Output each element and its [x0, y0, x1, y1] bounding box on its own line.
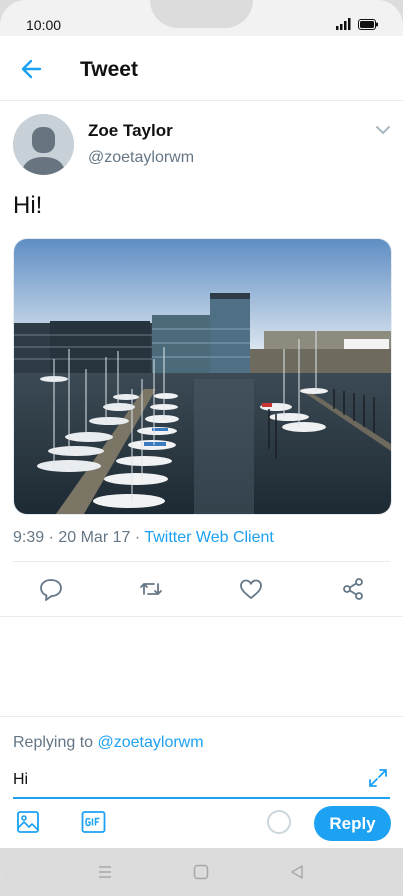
input-underline — [13, 797, 390, 799]
reply-button[interactable]: Reply — [314, 806, 391, 841]
author-name[interactable]: Zoe Taylor — [88, 121, 173, 141]
home-icon[interactable] — [192, 863, 210, 881]
marina-photo — [14, 239, 391, 514]
chevron-down-icon[interactable] — [374, 123, 392, 137]
tweet-timestamp: 9:39 · 20 Mar 17 · — [13, 529, 145, 546]
reply-icon[interactable] — [38, 576, 64, 602]
divider — [0, 616, 403, 617]
back-icon[interactable] — [288, 863, 306, 881]
author-handle[interactable]: @zoetaylorwm — [88, 149, 194, 167]
phone-screen: 10:00 Tweet Zoe Taylor @zoetaylorwm Hi! … — [0, 0, 403, 896]
expand-icon[interactable] — [367, 767, 389, 789]
image-icon[interactable] — [16, 810, 40, 834]
back-arrow-icon[interactable] — [16, 54, 46, 84]
share-icon[interactable] — [340, 576, 366, 602]
replying-to: Replying to @zoetaylorwm — [13, 734, 204, 752]
tweet-actions — [0, 562, 403, 616]
tweet-meta: 9:39 · 20 Mar 17 · Twitter Web Client — [13, 529, 274, 547]
reply-input[interactable] — [13, 768, 353, 792]
avatar[interactable] — [13, 114, 74, 175]
status-bar: 10:00 — [0, 0, 403, 36]
retweet-icon[interactable] — [138, 576, 164, 602]
app-header: Tweet — [0, 36, 403, 101]
tweet-client-link[interactable]: Twitter Web Client — [144, 529, 274, 546]
tweet-text: Hi! — [13, 192, 43, 219]
replying-to-handle[interactable]: @zoetaylorwm — [98, 734, 204, 751]
gif-icon[interactable] — [81, 810, 106, 834]
default-avatar-icon — [13, 114, 74, 175]
page-title: Tweet — [80, 58, 138, 81]
character-counter-ring — [267, 810, 291, 834]
signal-icon — [336, 18, 351, 30]
status-time: 10:00 — [26, 17, 62, 33]
tweet-photo[interactable] — [13, 238, 392, 515]
replying-to-label: Replying to — [13, 734, 98, 751]
system-nav-bar — [0, 848, 403, 896]
battery-icon — [358, 19, 378, 30]
menu-icon[interactable] — [96, 863, 114, 881]
camera-notch — [150, 0, 253, 28]
composer-divider — [0, 716, 403, 717]
like-icon[interactable] — [238, 576, 264, 602]
